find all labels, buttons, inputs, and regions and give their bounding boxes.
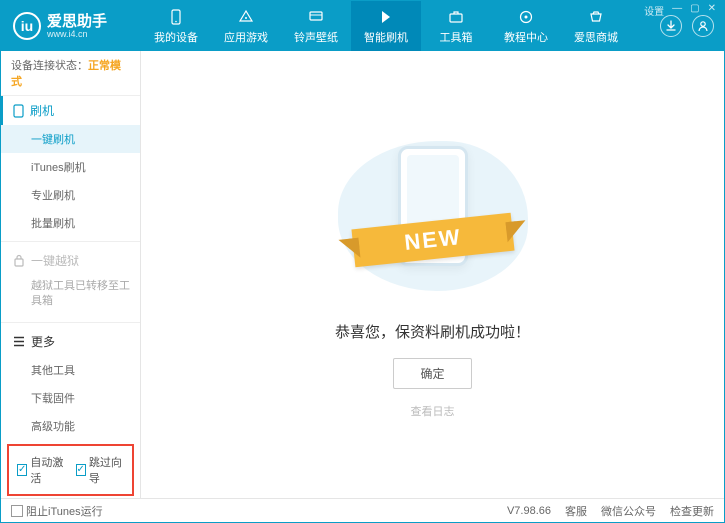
menu-icon xyxy=(13,336,25,347)
options-highlight: ✓自动激活✓跳过向导 xyxy=(7,444,134,496)
view-log-link[interactable]: 查看日志 xyxy=(411,403,455,419)
checkbox-label: 跳过向导 xyxy=(89,454,124,486)
logo[interactable]: iu 爱思助手 www.i4.cn xyxy=(1,12,141,40)
sidebar-group-1[interactable]: 一键越狱 xyxy=(1,246,140,275)
checkbox-label: 自动激活 xyxy=(30,454,65,486)
nav-label: 智能刷机 xyxy=(364,29,408,45)
nav-item-3[interactable]: 智能刷机 xyxy=(351,1,421,51)
nav-item-4[interactable]: 工具箱 xyxy=(421,1,491,51)
sidebar-item[interactable]: 专业刷机 xyxy=(1,181,140,209)
logo-icon: iu xyxy=(13,12,41,40)
main-content: NEW 恭喜您，保资料刷机成功啦！ 确定 查看日志 xyxy=(141,51,724,498)
nav-item-2[interactable]: 铃声壁纸 xyxy=(281,1,351,51)
flash-icon xyxy=(377,8,395,26)
sidebar-note: 越狱工具已转移至工具箱 xyxy=(1,275,140,316)
nav-item-6[interactable]: 爱思商城 xyxy=(561,1,631,51)
sidebar: 设备连接状态：正常模式 刷机一键刷机iTunes刷机专业刷机批量刷机一键越狱越狱… xyxy=(1,51,141,498)
header-actions xyxy=(660,15,714,37)
version-label: V7.98.66 xyxy=(507,505,551,517)
service-link[interactable]: 客服 xyxy=(565,503,587,519)
lock-icon xyxy=(13,254,25,267)
checkbox-icon: ✓ xyxy=(76,464,86,476)
nav-label: 铃声壁纸 xyxy=(294,29,338,45)
option-checkbox-1[interactable]: ✓跳过向导 xyxy=(76,454,125,486)
toolbox-icon xyxy=(447,8,465,26)
sidebar-item[interactable]: iTunes刷机 xyxy=(1,153,140,181)
download-icon[interactable] xyxy=(660,15,682,37)
checkbox-icon: ✓ xyxy=(17,464,27,476)
ok-button[interactable]: 确定 xyxy=(393,358,471,389)
store-icon xyxy=(587,8,605,26)
group-title: 刷机 xyxy=(30,102,54,119)
nav-label: 工具箱 xyxy=(440,29,473,45)
device-icon xyxy=(167,8,185,26)
nav-label: 爱思商城 xyxy=(574,29,618,45)
update-link[interactable]: 检查更新 xyxy=(670,503,714,519)
group-title: 更多 xyxy=(31,333,55,350)
footer: ✓ 阻止iTunes运行 V7.98.66 客服 微信公众号 检查更新 xyxy=(1,498,724,522)
sidebar-group-2[interactable]: 更多 xyxy=(1,327,140,356)
sidebar-item[interactable]: 一键刷机 xyxy=(1,125,140,153)
tutorial-icon xyxy=(517,8,535,26)
status-label: 设备连接状态： xyxy=(11,60,88,72)
nav-label: 教程中心 xyxy=(504,29,548,45)
device-status: 设备连接状态：正常模式 xyxy=(1,51,140,96)
group-title: 一键越狱 xyxy=(31,252,79,269)
nav-label: 应用游戏 xyxy=(224,29,268,45)
sidebar-group-0[interactable]: 刷机 xyxy=(1,96,140,125)
nav-item-1[interactable]: 应用游戏 xyxy=(211,1,281,51)
sidebar-item[interactable]: 高级功能 xyxy=(1,412,140,440)
wechat-link[interactable]: 微信公众号 xyxy=(601,503,656,519)
block-itunes-checkbox[interactable]: ✓ 阻止iTunes运行 xyxy=(11,503,103,519)
nav-label: 我的设备 xyxy=(154,29,198,45)
option-checkbox-0[interactable]: ✓自动激活 xyxy=(17,454,66,486)
main-nav: 我的设备 应用游戏 铃声壁纸 智能刷机 工具箱 教程中心 爱思商城 xyxy=(141,1,631,51)
device-section[interactable]: iPhone 12 mini 64GB Down-12mini-13,1 xyxy=(1,496,140,498)
success-illustration: NEW xyxy=(333,131,533,301)
success-message: 恭喜您，保资料刷机成功啦！ xyxy=(335,321,530,342)
ringtone-icon xyxy=(307,8,325,26)
nav-item-5[interactable]: 教程中心 xyxy=(491,1,561,51)
block-itunes-label: 阻止iTunes运行 xyxy=(26,503,103,519)
user-icon[interactable] xyxy=(692,15,714,37)
app-name: 爱思助手 xyxy=(47,14,107,29)
sidebar-item[interactable]: 批量刷机 xyxy=(1,209,140,237)
nav-item-0[interactable]: 我的设备 xyxy=(141,1,211,51)
sidebar-item[interactable]: 下载固件 xyxy=(1,384,140,412)
apps-icon xyxy=(237,8,255,26)
header: 设置 — ▢ ✕ iu 爱思助手 www.i4.cn 我的设备应用游戏铃声壁纸智… xyxy=(1,1,724,51)
phone-icon xyxy=(13,104,24,118)
sidebar-item[interactable]: 其他工具 xyxy=(1,356,140,384)
app-site: www.i4.cn xyxy=(47,29,107,39)
